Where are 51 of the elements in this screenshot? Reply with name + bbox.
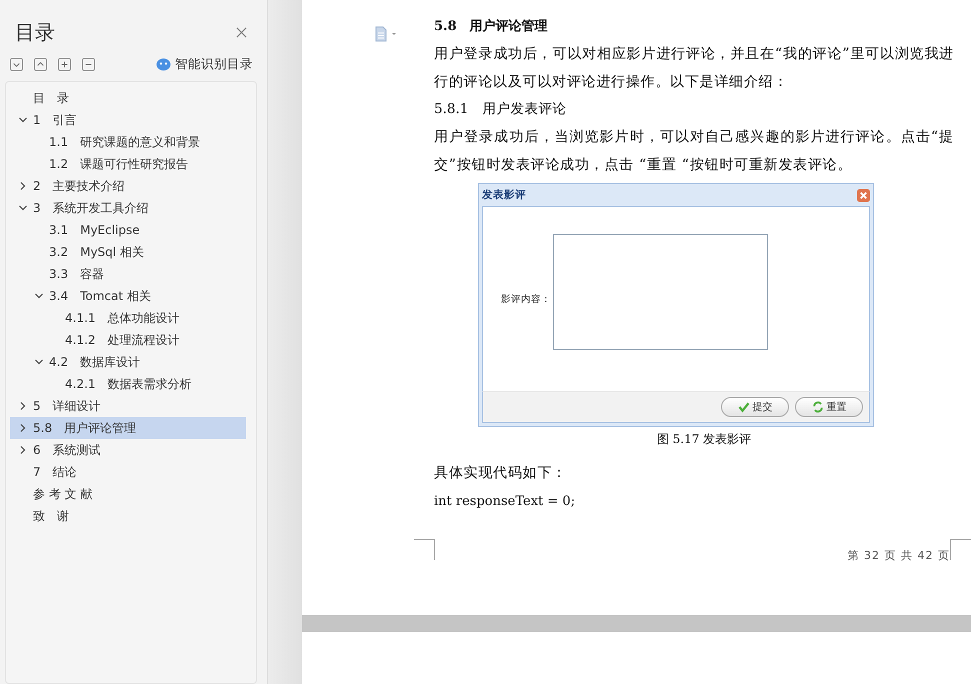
chevron-down-icon[interactable] <box>34 357 44 367</box>
chevron-right-icon[interactable] <box>18 445 28 455</box>
chevron-down-icon[interactable] <box>18 203 28 213</box>
panel-title: 目录 <box>15 18 55 46</box>
toc-item[interactable]: 2 主要技术介绍 <box>10 175 246 197</box>
toc-item[interactable]: 1.2 课题可行性研究报告 <box>10 153 246 175</box>
toc-item[interactable]: 目 录 <box>10 87 246 109</box>
subsection-heading: 5.8.1 用户发表评论 <box>434 100 568 119</box>
toc-item[interactable]: 4.2 数据库设计 <box>10 351 246 373</box>
crop-mark <box>414 539 435 560</box>
toc-item[interactable]: 7 结论 <box>10 461 246 483</box>
refresh-icon <box>812 401 824 413</box>
toc-item[interactable]: 参 考 文 献 <box>10 483 246 505</box>
toc-item[interactable]: 3 系统开发工具介绍 <box>10 197 246 219</box>
chevron-down-icon[interactable] <box>18 115 28 125</box>
toc-item[interactable]: 4.1.1 总体功能设计 <box>10 307 246 329</box>
toc-item[interactable]: 1 引言 <box>10 109 246 131</box>
checkmark-icon <box>738 401 750 413</box>
paragraph: 用户登录成功后，当浏览影片时，可以对自己感兴趣的影片进行评论。点击“提交”按钮时发表评论成功，点击 “重置 “按钮时可重新发表评论。 <box>434 128 954 175</box>
toc-item[interactable]: 4.1.2 处理流程设计 <box>10 329 246 351</box>
paragraph: 具体实现代码如下： <box>434 464 568 483</box>
toc-item[interactable]: 6 系统测试 <box>10 439 246 461</box>
paragraph: 用户登录成功后，可以对相应影片进行评论，并且在“我的评论”里可以浏览我进行的评论以及可以对评论进行操作。以下是详细介绍： <box>434 45 954 92</box>
toc-item[interactable]: 3.4 Tomcat 相关 <box>10 285 246 307</box>
toc-item[interactable]: 5.8 用户评论管理 <box>10 417 246 439</box>
minus-icon[interactable] <box>82 58 95 71</box>
dialog-title: 发表影评 <box>482 188 526 202</box>
field-label: 影评内容： <box>501 292 551 306</box>
chevron-right-icon[interactable] <box>18 181 28 191</box>
figure-caption: 图 5.17 发表影评 <box>656 431 752 448</box>
close-icon <box>857 188 870 202</box>
toc-item[interactable]: 4.2.1 数据表需求分析 <box>10 373 246 395</box>
close-icon[interactable] <box>236 26 247 38</box>
toc-item[interactable]: 3.3 容器 <box>10 263 246 285</box>
code-line: int responseText = 0; <box>434 493 576 511</box>
crop-mark <box>950 539 971 560</box>
expand-up-icon[interactable] <box>34 58 47 71</box>
chevron-right-icon[interactable] <box>18 423 28 433</box>
toc-item[interactable]: 3.1 MyEclipse <box>10 219 246 241</box>
chevron-right-icon[interactable] <box>18 401 28 411</box>
smart-toc-button[interactable]: 智能识别目录 <box>156 56 257 73</box>
collapse-all-icon[interactable] <box>10 58 23 71</box>
toc-item[interactable]: 致 谢 <box>10 505 246 527</box>
page-number: 第 32 页 共 42 页 <box>848 548 950 563</box>
toc-item[interactable]: 3.2 MySql 相关 <box>10 241 246 263</box>
toc-item[interactable]: 5 详细设计 <box>10 395 246 417</box>
plus-icon[interactable] <box>58 58 71 71</box>
toc-item[interactable]: 1.1 研究课题的意义和背景 <box>10 131 246 153</box>
robot-icon <box>156 58 171 71</box>
section-heading: 5.8 用户评论管理 <box>434 18 549 36</box>
chevron-down-icon[interactable] <box>34 291 44 301</box>
